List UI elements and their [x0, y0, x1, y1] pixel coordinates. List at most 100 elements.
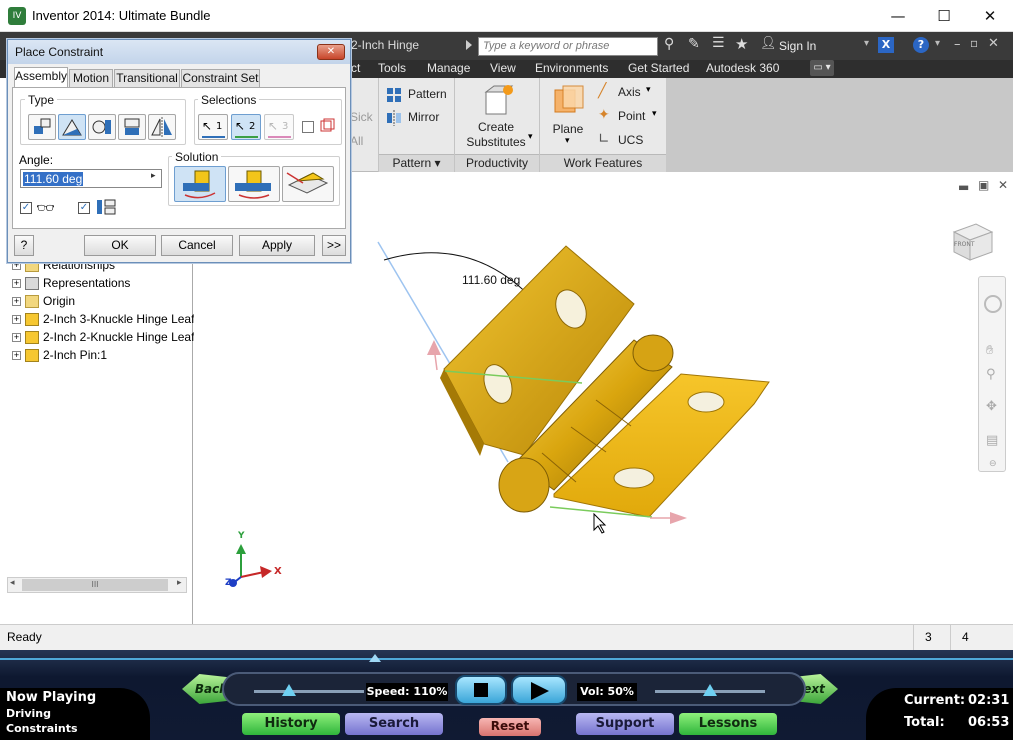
- tab-transitional[interactable]: Transitional: [114, 69, 180, 87]
- preview-checkbox[interactable]: ✓: [20, 202, 32, 214]
- play-button[interactable]: [511, 675, 567, 705]
- dropdown-arrow-icon: ▾: [652, 109, 657, 119]
- tab-tools[interactable]: Tools: [378, 61, 406, 75]
- tree-item-representations[interactable]: + Representations: [12, 274, 130, 292]
- point-button[interactable]: ✦ Point ▾: [596, 107, 666, 126]
- help-button[interactable]: ?: [14, 235, 34, 256]
- tree-item-3-knuckle-leaf[interactable]: +2-Inch 3-Knuckle Hinge Leaf: [12, 310, 194, 328]
- tree-item-2-knuckle-leaf[interactable]: +2-Inch 2-Knuckle Hinge Leaf: [12, 328, 194, 346]
- create-substitutes-button[interactable]: Create Substitutes ▾: [460, 82, 536, 152]
- speed-slider-thumb[interactable]: [282, 684, 296, 696]
- ucs-label: UCS: [618, 133, 644, 147]
- wrench-icon[interactable]: ✎: [688, 36, 700, 52]
- selection-3-button[interactable]: ↖ 3: [264, 114, 294, 140]
- tab-assembly[interactable]: Assembly: [14, 67, 68, 88]
- communication-icon[interactable]: ☰: [712, 35, 725, 51]
- close-button[interactable]: ✕: [967, 0, 1013, 32]
- directed-angle-button[interactable]: [174, 166, 226, 202]
- dialog-close-button[interactable]: ✕: [317, 44, 345, 60]
- help-icon[interactable]: ?: [913, 37, 929, 53]
- selection-1-button[interactable]: ↖ 1: [198, 114, 228, 140]
- angle-input-arrow-icon[interactable]: ▸: [151, 171, 156, 181]
- dialog-title-bar[interactable]: Place Constraint ✕: [8, 40, 350, 64]
- history-button[interactable]: History: [242, 713, 340, 735]
- expand-icon[interactable]: +: [12, 297, 21, 307]
- pattern-group-label[interactable]: Pattern ▾: [379, 154, 454, 172]
- look-at-icon[interactable]: ▤: [986, 433, 998, 448]
- tab-manage[interactable]: Manage: [427, 61, 470, 75]
- mirror-button[interactable]: Mirror: [386, 109, 456, 127]
- orbit-icon[interactable]: ✥: [986, 399, 997, 414]
- status-divider: [913, 625, 914, 651]
- expand-icon[interactable]: +: [12, 333, 21, 343]
- arrow-right-icon[interactable]: [466, 40, 472, 50]
- tab-environments[interactable]: Environments: [535, 61, 608, 75]
- mate-constraint-button[interactable]: [28, 114, 56, 140]
- scroll-thumb[interactable]: III: [22, 579, 168, 591]
- explicit-reference-button[interactable]: [282, 166, 334, 202]
- maximize-button[interactable]: ☐: [921, 0, 967, 32]
- tab-constrain[interactable]: ct: [351, 61, 360, 75]
- help-dropdown-icon[interactable]: ▾: [935, 38, 940, 49]
- expand-icon[interactable]: +: [12, 315, 21, 325]
- point-label: Point: [618, 109, 646, 123]
- scroll-left-icon[interactable]: ◂: [10, 578, 15, 588]
- pattern-button[interactable]: Pattern: [386, 86, 456, 104]
- minimize-button[interactable]: —: [875, 0, 921, 32]
- tangent-constraint-button[interactable]: [88, 114, 116, 140]
- lesson-progress-track[interactable]: [0, 658, 1013, 660]
- angle-input[interactable]: 111.60 deg ▸: [20, 169, 162, 188]
- doc-close-icon[interactable]: ✕: [988, 36, 999, 51]
- tab-constraint-set[interactable]: Constraint Set: [181, 69, 260, 87]
- support-button[interactable]: Support: [576, 713, 674, 735]
- pick-part-first-checkbox[interactable]: [302, 121, 314, 133]
- undirected-angle-button[interactable]: [228, 166, 280, 202]
- steering-wheel-icon[interactable]: [984, 295, 1002, 313]
- doc-restore-icon[interactable]: ▫: [970, 36, 978, 50]
- sign-in-dropdown-icon[interactable]: ▾: [864, 38, 869, 49]
- ucs-button[interactable]: ∟ UCS: [596, 131, 666, 150]
- pan-hand-icon[interactable]: ✋︎: [986, 343, 993, 358]
- favorites-star-icon[interactable]: ★: [735, 35, 748, 53]
- stop-button[interactable]: [455, 675, 507, 705]
- tab-get-started[interactable]: Get Started: [628, 61, 689, 75]
- zoom-icon[interactable]: ⚲: [986, 367, 996, 382]
- horizontal-scrollbar[interactable]: ◂ III ▸: [7, 577, 187, 593]
- expand-icon[interactable]: +: [12, 351, 21, 361]
- lessons-button[interactable]: Lessons: [679, 713, 777, 735]
- insert-constraint-button[interactable]: [118, 114, 146, 140]
- search-button[interactable]: Search: [345, 713, 443, 735]
- axis-button[interactable]: ╱ Axis ▾: [596, 83, 666, 102]
- doc-minimize-icon[interactable]: –: [954, 37, 961, 52]
- tab-view[interactable]: View: [490, 61, 516, 75]
- binoculars-icon[interactable]: ⚲: [664, 36, 674, 52]
- ok-button[interactable]: OK: [84, 235, 156, 256]
- cancel-button[interactable]: Cancel: [161, 235, 233, 256]
- predict-offset-checkbox[interactable]: ✓: [78, 202, 90, 214]
- tab-motion[interactable]: Motion: [69, 69, 113, 87]
- viewcube[interactable]: FRONT: [948, 214, 996, 262]
- lesson-progress-thumb[interactable]: [369, 654, 381, 662]
- expand-icon[interactable]: +: [12, 279, 21, 289]
- plane-button[interactable]: Plane ▾: [545, 82, 595, 152]
- tree-item-origin[interactable]: + Origin: [12, 292, 75, 310]
- volume-slider-thumb[interactable]: [703, 684, 717, 696]
- ribbon-options-icon[interactable]: ▭ ▾: [810, 60, 834, 76]
- tree-item-pin[interactable]: +2-Inch Pin:1: [12, 346, 107, 364]
- nav-options-icon[interactable]: ⊖: [989, 459, 997, 469]
- arrow-cursor-icon: ↖: [202, 119, 213, 133]
- search-input[interactable]: Type a keyword or phrase: [478, 37, 658, 56]
- reset-button[interactable]: Reset: [479, 718, 541, 736]
- more-button[interactable]: >>: [322, 235, 346, 256]
- speed-slider[interactable]: [254, 690, 364, 693]
- symmetry-constraint-button[interactable]: [148, 114, 176, 140]
- exchange-apps-icon[interactable]: X: [878, 37, 894, 53]
- apply-button[interactable]: Apply: [239, 235, 315, 256]
- part-icon: [25, 331, 39, 345]
- scroll-right-icon[interactable]: ▸: [177, 578, 182, 588]
- selection-2-button[interactable]: ↖ 2: [231, 114, 261, 140]
- sign-in-link[interactable]: Sign In: [779, 39, 816, 53]
- tab-autodesk-360[interactable]: Autodesk 360: [706, 61, 779, 75]
- explicit-reference-icon: [286, 172, 329, 194]
- angle-constraint-button[interactable]: [58, 114, 86, 140]
